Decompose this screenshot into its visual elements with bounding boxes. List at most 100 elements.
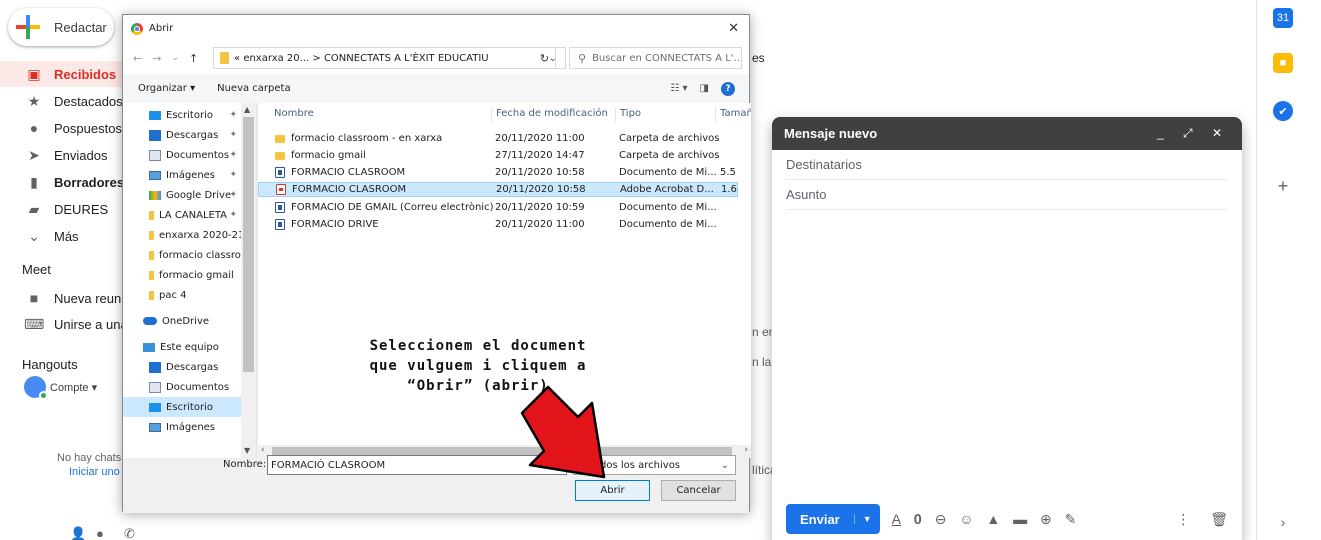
tree-item[interactable]: Imágenes ✦ xyxy=(123,165,241,185)
address-segment[interactable]: enxarxa 20... xyxy=(243,53,309,64)
compose-footer-right: ⋮ 🗑 xyxy=(1160,511,1228,528)
trash-icon[interactable]: 🗑 xyxy=(1210,511,1228,527)
attach-icon[interactable]: 𝟎 xyxy=(914,511,922,528)
dialog-titlebar[interactable]: Abrir ✕ xyxy=(123,15,749,42)
tree-item[interactable]: LA CANALETA ✦ xyxy=(123,205,241,225)
tree-item[interactable]: Este equipo xyxy=(123,337,241,357)
chevron-right-icon[interactable]: › xyxy=(1273,512,1293,532)
window-controls-icon[interactable]: _ ⤢ ✕ xyxy=(1157,126,1230,141)
tree-item-label: OneDrive xyxy=(162,315,210,327)
folder-icon xyxy=(220,52,229,64)
send-button[interactable]: Enviar ▼ xyxy=(786,504,880,534)
file-row[interactable]: formacio gmail 27/11/2020 14:47 Carpeta … xyxy=(258,148,738,163)
new-folder-button[interactable]: Nueva carpeta xyxy=(217,83,290,94)
hangouts-account[interactable]: Compte ▾ xyxy=(50,381,97,394)
hangouts-icon[interactable]: ● xyxy=(96,526,104,540)
compose-header[interactable]: Mensaje nuevo _ ⤢ ✕ xyxy=(772,117,1242,150)
tree-item[interactable]: Imágenes xyxy=(123,417,241,437)
file-name: formacio classroom - en xarxa xyxy=(291,133,443,144)
file-row[interactable]: FORMACIÓ DE GMAIL (Correu electrònic) 20… xyxy=(258,200,738,215)
tree-item[interactable]: Descargas xyxy=(123,357,241,377)
tree-item[interactable]: Google Drive ✦ xyxy=(123,185,241,205)
more-options-icon[interactable]: ⋮ xyxy=(1176,511,1190,527)
address-segment[interactable]: CONNECTATS A L'ÈXIT EDUCATIU xyxy=(324,53,489,64)
documents-icon xyxy=(149,381,161,393)
column-date[interactable]: Fecha de modificación xyxy=(492,108,616,122)
close-icon[interactable]: ✕ xyxy=(728,21,739,36)
file-row[interactable]: FORMACIÓ DRIVE 20/11/2020 11:00 Document… xyxy=(258,217,738,232)
scroll-down-icon[interactable]: ▼ xyxy=(244,446,250,455)
signature-icon[interactable]: ✎ xyxy=(1065,511,1077,528)
cancel-button[interactable]: Cancelar xyxy=(661,480,736,501)
file-row[interactable]: FORMACIÓ CLASROOM 20/11/2020 10:58 Docum… xyxy=(258,165,738,180)
text-format-icon[interactable]: A xyxy=(892,511,901,527)
tree-item-label: Imágenes xyxy=(166,421,216,433)
column-size[interactable]: Tamañ xyxy=(716,108,751,122)
tree-item-label: pac 4 xyxy=(159,289,187,301)
column-name[interactable]: Nombre xyxy=(270,108,492,122)
tree-item[interactable]: Documentos xyxy=(123,377,241,397)
tree-item[interactable]: formacio classro xyxy=(123,245,241,265)
send-options-icon[interactable]: ▼ xyxy=(853,514,880,524)
address-bar[interactable]: « enxarxa 20... > CONNECTATS A L'ÈXIT ED… xyxy=(213,47,566,69)
keep-icon[interactable]: ■ xyxy=(1273,53,1293,73)
organize-button[interactable]: Organizar ▾ xyxy=(138,83,195,94)
tasks-icon[interactable]: ✔ xyxy=(1273,101,1293,121)
subject-placeholder: Asunto xyxy=(786,187,827,202)
scroll-left-icon[interactable]: ‹ xyxy=(261,445,265,455)
add-addon-icon[interactable]: + xyxy=(1273,176,1293,196)
refresh-icon[interactable]: ↻ xyxy=(534,47,556,69)
file-row[interactable]: formacio classroom - en xarxa 20/11/2020… xyxy=(258,131,738,146)
recipients-field[interactable]: Destinatarios xyxy=(786,150,1228,180)
forward-icon[interactable]: → xyxy=(152,52,161,65)
file-size: 1.6 xyxy=(721,184,737,195)
emoji-icon[interactable]: ☺ xyxy=(959,511,973,527)
pin-icon: ✦ xyxy=(229,210,237,220)
back-icon[interactable]: ← xyxy=(133,52,142,65)
calendar-icon[interactable]: 31 xyxy=(1273,8,1293,28)
tree-item[interactable]: Documentos ✦ xyxy=(123,145,241,165)
tree-scrollbar[interactable]: ▲ ▼ xyxy=(241,103,256,458)
meet-new-label: Nueva reunió xyxy=(54,290,132,306)
file-row-selected[interactable]: FORMACIÓ CLASROOM 20/11/2020 10:58 Adobe… xyxy=(258,182,738,197)
file-open-dialog: Abrir ✕ ← → ⌄ ↑ « enxarxa 20... > CONNEC… xyxy=(122,14,751,513)
person-icon[interactable]: 👤 xyxy=(70,526,86,540)
account-label: Compte xyxy=(50,382,89,394)
confidential-icon[interactable]: ⊕ xyxy=(1040,511,1052,528)
start-chat-link[interactable]: Iniciar uno xyxy=(69,466,120,478)
drive-icon[interactable]: ▲ xyxy=(986,511,1000,527)
help-icon[interactable]: ? xyxy=(721,81,735,96)
tree-item[interactable]: enxarxa 2020-21 xyxy=(123,225,241,245)
nav-label: Más xyxy=(54,228,79,244)
recent-locations-icon[interactable]: ⌄ xyxy=(171,53,179,63)
tree-item[interactable]: Descargas ✦ xyxy=(123,125,241,145)
scroll-up-icon[interactable]: ▲ xyxy=(244,105,250,114)
tree-item[interactable]: pac 4 xyxy=(123,285,241,305)
compose-button[interactable]: Redactar xyxy=(8,8,114,46)
avatar[interactable] xyxy=(24,376,48,400)
tree-item[interactable]: Escritorio ✦ xyxy=(123,105,241,125)
navigation-pane[interactable]: Escritorio ✦ Descargas ✦ Documentos ✦ Imáge… xyxy=(123,103,257,458)
file-list[interactable]: Nombre Fecha de modificación Tipo Tamañ … xyxy=(258,103,751,458)
video-icon: ■ xyxy=(29,290,39,306)
format-toolbar: A 𝟎 ⊖ ☺ ▲ ▬ ⊕ ✎ xyxy=(892,511,1086,528)
scroll-right-icon[interactable]: › xyxy=(744,445,748,455)
photo-icon[interactable]: ▬ xyxy=(1013,511,1027,527)
chevron-down-icon[interactable]: ⌄ xyxy=(721,460,729,471)
word-document-icon xyxy=(275,167,285,178)
scroll-thumb[interactable] xyxy=(243,117,254,372)
column-type[interactable]: Tipo xyxy=(616,108,716,122)
tree-item[interactable]: OneDrive xyxy=(123,311,241,331)
link-icon[interactable]: ⊖ xyxy=(935,511,947,528)
phone-icon[interactable]: ✆ xyxy=(124,526,135,540)
search-input[interactable]: ⚲ Buscar en CONNECTATS A L'... xyxy=(569,47,742,69)
view-options-icon[interactable]: ☷ ▾ xyxy=(670,83,687,94)
folder-icon xyxy=(149,210,154,220)
up-icon[interactable]: ↑ xyxy=(189,52,198,65)
tree-item[interactable]: formacio gmail xyxy=(123,265,241,285)
tree-item-selected[interactable]: Escritorio xyxy=(123,397,241,417)
file-size: 5.5 xyxy=(720,167,736,178)
preview-pane-icon[interactable]: ◨ xyxy=(700,83,709,94)
tree-item-label: Descargas xyxy=(166,361,219,373)
subject-field[interactable]: Asunto xyxy=(786,180,1228,210)
